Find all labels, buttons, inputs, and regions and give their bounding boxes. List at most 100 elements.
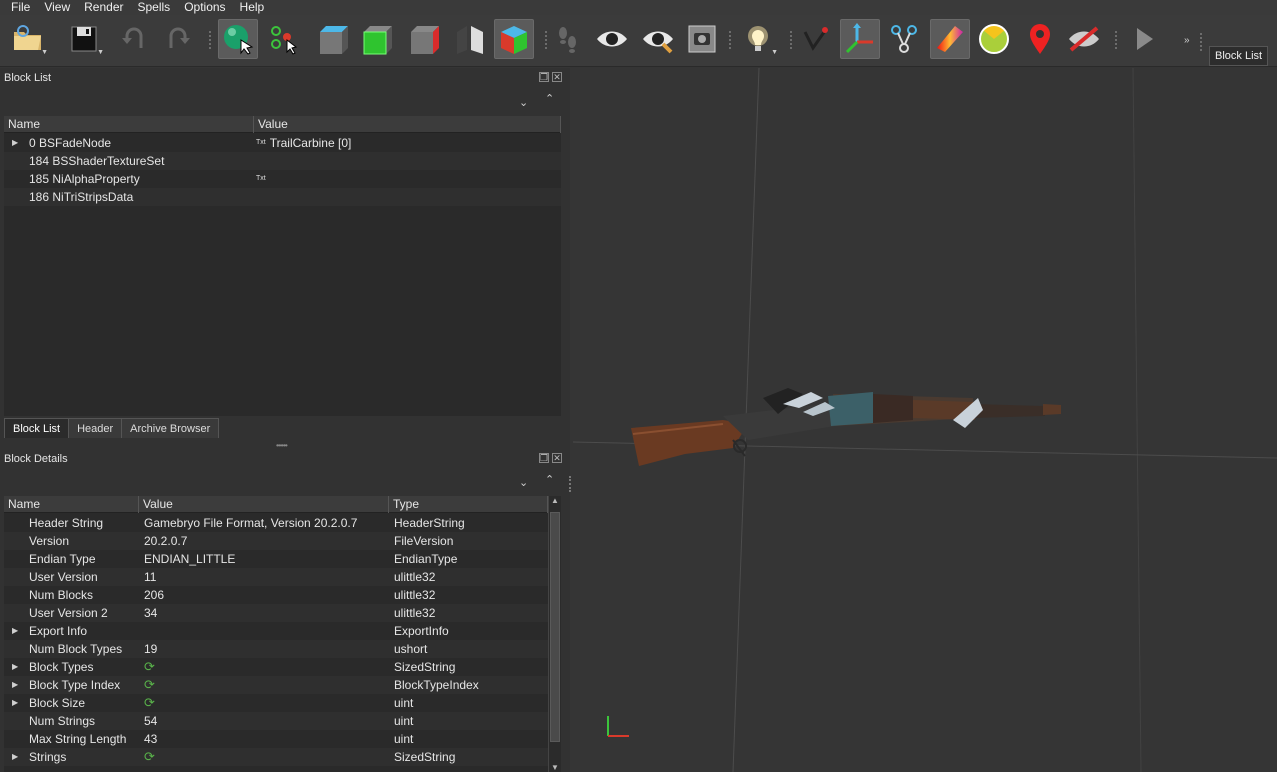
- toolbar-grip[interactable]: [1200, 33, 1203, 51]
- expand-all-icon[interactable]: ⌃: [545, 473, 554, 486]
- show-hidden-icon[interactable]: [592, 19, 632, 59]
- block-list-tree[interactable]: Name Value ▶ 0 BSFadeNode Txt TrailCarbine …: [4, 116, 561, 416]
- detail-row[interactable]: Version 20.2.0.7 FileVersion: [4, 532, 548, 550]
- column-header-type[interactable]: Type: [389, 496, 548, 513]
- open-file-icon[interactable]: ▼: [8, 19, 48, 59]
- scroll-down-icon[interactable]: ▼: [551, 763, 559, 772]
- collapse-all-icon[interactable]: ⌄: [519, 96, 528, 109]
- detail-row[interactable]: ▶ Strings ⟳ SizedString: [4, 748, 548, 766]
- details-scrollbar[interactable]: ▲ ▼: [548, 496, 561, 772]
- toolbar-overflow-button[interactable]: »: [1184, 35, 1190, 46]
- menu-file[interactable]: File: [4, 0, 37, 15]
- vertical-splitter[interactable]: [569, 476, 571, 492]
- view-front-icon[interactable]: [313, 19, 353, 59]
- detail-row[interactable]: Max String Length 43 uint: [4, 730, 548, 748]
- detail-value-cell[interactable]: 54: [144, 712, 389, 730]
- block-list-row[interactable]: 185 NiAlphaProperty Txt: [4, 170, 561, 188]
- toolbar-grip[interactable]: [790, 31, 793, 49]
- detail-row[interactable]: User Version 11 ulittle32: [4, 568, 548, 586]
- show-hidden-alt-icon[interactable]: [638, 19, 678, 59]
- float-icon[interactable]: ❐: [539, 453, 549, 463]
- detail-value-cell[interactable]: ENDIAN_LITTLE: [144, 550, 389, 568]
- select-vertex-icon[interactable]: [264, 19, 304, 59]
- detail-row[interactable]: ▶ Block Size ⟳ uint: [4, 694, 548, 712]
- column-header-value[interactable]: Value: [254, 116, 561, 133]
- array-update-icon[interactable]: ⟳: [144, 695, 155, 710]
- column-header-name[interactable]: Name: [4, 496, 139, 513]
- nodes-icon[interactable]: [884, 19, 924, 59]
- pane-splitter[interactable]: ••••••: [276, 441, 288, 450]
- menu-options[interactable]: Options: [177, 0, 232, 15]
- view-side-icon[interactable]: [404, 19, 444, 59]
- render-viewport[interactable]: [573, 68, 1277, 772]
- play-icon[interactable]: [1124, 19, 1164, 59]
- close-icon[interactable]: ✕: [552, 453, 562, 463]
- detail-row[interactable]: Num Strings 54 uint: [4, 712, 548, 730]
- view-perspective-icon[interactable]: [494, 19, 534, 59]
- toolbar-grip[interactable]: [209, 31, 212, 49]
- expand-arrow-icon[interactable]: ▶: [12, 658, 18, 676]
- expand-all-icon[interactable]: ⌃: [545, 92, 554, 105]
- detail-row[interactable]: ▶ Block Types ⟳ SizedString: [4, 658, 548, 676]
- menu-spells[interactable]: Spells: [131, 0, 178, 15]
- screenshot-icon[interactable]: [682, 19, 722, 59]
- detail-value-cell[interactable]: ⟳: [144, 748, 389, 766]
- detail-row[interactable]: ▶ Export Info ExportInfo: [4, 622, 548, 640]
- block-list-row[interactable]: 186 NiTriStripsData: [4, 188, 561, 206]
- detail-row[interactable]: User Version 2 34 ulittle32: [4, 604, 548, 622]
- block-list-toolbar-button[interactable]: Block List: [1209, 46, 1269, 66]
- expand-arrow-icon[interactable]: ▶: [12, 134, 18, 152]
- tab-header[interactable]: Header: [68, 418, 123, 438]
- collapse-all-icon[interactable]: ⌄: [519, 476, 528, 489]
- normals-icon[interactable]: [796, 19, 836, 59]
- detail-value-cell[interactable]: 206: [144, 586, 389, 604]
- detail-value-cell[interactable]: 19: [144, 640, 389, 658]
- menu-help[interactable]: Help: [233, 0, 272, 15]
- undo-icon[interactable]: [114, 19, 154, 59]
- column-header-value[interactable]: Value: [139, 496, 389, 513]
- detail-row[interactable]: Endian Type ENDIAN_LITTLE EndianType: [4, 550, 548, 568]
- save-icon[interactable]: ▼: [64, 19, 104, 59]
- redo-icon[interactable]: [158, 19, 198, 59]
- array-update-icon[interactable]: ⟳: [144, 677, 155, 692]
- array-update-icon[interactable]: ⟳: [144, 659, 155, 674]
- scroll-up-icon[interactable]: ▲: [551, 496, 559, 505]
- detail-value-cell[interactable]: 20.2.0.7: [144, 532, 389, 550]
- lighting-icon[interactable]: ▼: [738, 19, 778, 59]
- expand-arrow-icon[interactable]: ▶: [12, 748, 18, 766]
- detail-row[interactable]: ▶ Block Type Index ⟳ BlockTypeIndex: [4, 676, 548, 694]
- block-details-tree[interactable]: Name Value Type Header String Gamebryo Fi…: [4, 496, 548, 772]
- detail-value-cell[interactable]: ⟳: [144, 676, 389, 694]
- detail-value-cell[interactable]: Gamebryo File Format, Version 20.2.0.7: [144, 514, 389, 532]
- detail-value-cell[interactable]: 43: [144, 730, 389, 748]
- toolbar-grip[interactable]: [729, 31, 732, 49]
- texture-icon[interactable]: [930, 19, 970, 59]
- detail-row[interactable]: Num Blocks 206 ulittle32: [4, 586, 548, 604]
- array-update-icon[interactable]: ⟳: [144, 749, 155, 764]
- detail-value-cell[interactable]: ⟳: [144, 694, 389, 712]
- block-list-row[interactable]: 184 BSShaderTextureSet: [4, 152, 561, 170]
- hide-icon[interactable]: [1064, 19, 1104, 59]
- vertex-colors-icon[interactable]: [974, 19, 1014, 59]
- menu-render[interactable]: Render: [77, 0, 130, 15]
- detail-row[interactable]: Header String Gamebryo File Format, Versi…: [4, 514, 548, 532]
- markers-icon[interactable]: [1020, 19, 1060, 59]
- close-icon[interactable]: ✕: [552, 72, 562, 82]
- detail-row[interactable]: Num Block Types 19 ushort: [4, 640, 548, 658]
- walk-mode-icon[interactable]: [548, 19, 588, 59]
- toolbar-grip[interactable]: [1115, 31, 1118, 49]
- menu-view[interactable]: View: [37, 0, 77, 15]
- scrollbar-thumb[interactable]: [550, 512, 560, 742]
- expand-arrow-icon[interactable]: ▶: [12, 676, 18, 694]
- select-object-icon[interactable]: [218, 19, 258, 59]
- detail-value-cell[interactable]: 34: [144, 604, 389, 622]
- detail-value-cell[interactable]: ⟳: [144, 658, 389, 676]
- view-flip-icon[interactable]: [450, 19, 490, 59]
- block-list-row[interactable]: ▶ 0 BSFadeNode Txt TrailCarbine [0]: [4, 134, 561, 152]
- expand-arrow-icon[interactable]: ▶: [12, 694, 18, 712]
- axes-icon[interactable]: [840, 19, 880, 59]
- detail-value-cell[interactable]: 11: [144, 568, 389, 586]
- expand-arrow-icon[interactable]: ▶: [12, 622, 18, 640]
- view-top-icon[interactable]: [357, 19, 397, 59]
- tab-block-list[interactable]: Block List: [4, 418, 70, 438]
